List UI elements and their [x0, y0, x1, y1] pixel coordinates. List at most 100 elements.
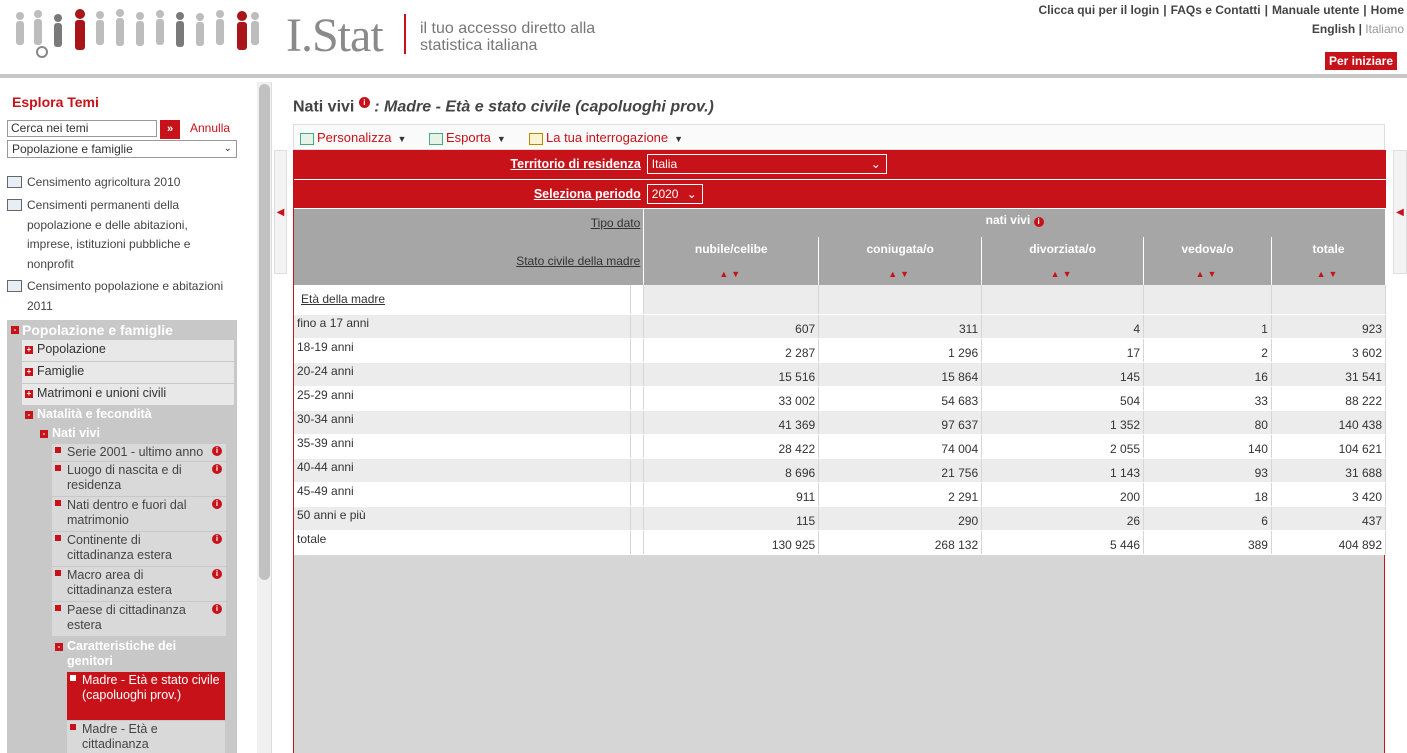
tree-item-natalita[interactable]: - Natalità e fecondità [22, 406, 234, 424]
faq-link[interactable]: FAQs e Contatti [1171, 3, 1261, 17]
database-icon [7, 199, 22, 211]
table-cell: 74 004 [818, 434, 983, 459]
search-go-button[interactable]: » [160, 120, 180, 139]
column-header: vedova/o [1143, 237, 1272, 260]
collapse-right-icon[interactable]: ◀ [1393, 150, 1407, 274]
tree-item-famiglie[interactable]: + Famiglie [22, 362, 234, 383]
info-icon[interactable]: i [212, 499, 222, 509]
census-item[interactable]: Censimento agricoltura 2010 [7, 173, 232, 193]
census-item[interactable]: Censimenti permanenti della popolazione … [7, 196, 232, 274]
theme-select[interactable]: Popolazione e famiglie ⌄ [7, 140, 237, 158]
manual-link[interactable]: Manuale utente [1272, 3, 1359, 17]
tree-item-matrimoni[interactable]: + Matrimoni e unioni civili [22, 384, 234, 405]
table-cell: 2 055 [981, 434, 1145, 459]
sidebar: Esplora Temi Cerca nei temi » Annulla Po… [0, 82, 272, 753]
table-cell: 97 637 [818, 410, 983, 435]
lang-english[interactable]: English [1312, 22, 1355, 36]
tipo-dato-label[interactable]: Tipo dato [294, 208, 645, 237]
export-icon [429, 132, 443, 145]
info-icon[interactable]: i [212, 534, 222, 544]
search-input[interactable]: Cerca nei temi [7, 120, 157, 137]
table-cell: 115 [643, 506, 820, 531]
interrogazione-menu[interactable]: La tua interrogazione ▼ [529, 130, 683, 145]
tipo-dato-value: nati vivi [985, 212, 1031, 227]
table-cell: 33 [1143, 386, 1272, 411]
tree-leaf[interactable]: Paese di cittadinanza estera i [52, 602, 226, 636]
esporta-menu[interactable]: Esporta ▼ [429, 130, 506, 145]
home-link[interactable]: Home [1371, 3, 1404, 17]
tree-leaf[interactable]: Madre - Età e cittadinanza [67, 721, 225, 753]
table-cell: 911 [643, 482, 820, 507]
stato-civile-label[interactable]: Stato civile della madre [294, 237, 645, 285]
table-cell: 21 756 [818, 458, 983, 483]
info-icon[interactable]: i [212, 569, 222, 579]
periodo-select[interactable]: 2020 ⌄ [646, 183, 703, 204]
per-iniziare-button[interactable]: Per iniziare [1324, 52, 1397, 70]
table-cell: 437 [1271, 506, 1387, 531]
tree-leaf[interactable]: Nati dentro e fuori dal matrimonio i [52, 497, 226, 531]
lang-italiano[interactable]: Italiano [1365, 22, 1404, 36]
table-cell: 140 438 [1271, 410, 1387, 435]
language-switch: English | Italiano [1311, 22, 1404, 36]
istat-logo[interactable]: I.Stat [286, 8, 384, 63]
collapse-left-icon[interactable]: ◀ [274, 150, 287, 274]
tree-item-nati-vivi[interactable]: - Nati vivi [37, 425, 229, 443]
tree-item-popolazione[interactable]: + Popolazione [22, 340, 234, 361]
table-row: 25-29 anni 33 002 54 683 504 33 88 222 [294, 386, 1387, 411]
table-cell: 5 446 [981, 530, 1145, 555]
table-cell: 31 688 [1271, 458, 1387, 483]
login-link[interactable]: Clicca qui per il login [1039, 3, 1160, 17]
caret-down-icon: ▼ [397, 134, 407, 144]
table-cell: 6 [1143, 506, 1272, 531]
sidebar-scroll-thumb[interactable] [259, 84, 270, 580]
table-cell: 404 892 [1271, 530, 1387, 555]
census-item[interactable]: Censimento popolazione e abitazioni 2011 [7, 277, 232, 316]
info-icon[interactable]: i [1033, 216, 1044, 227]
periodo-label[interactable]: Seleziona periodo [294, 179, 644, 209]
table-cell: 504 [981, 386, 1145, 411]
tree-root[interactable]: - Popolazione e famiglie [7, 322, 237, 340]
column-header-row: Stato civile della madre nubile/celibe c… [294, 237, 1387, 285]
filter-row-periodo: Seleziona periodo 2020 ⌄ [294, 179, 1386, 209]
tree-item-caratteristiche[interactable]: - Caratteristiche dei genitori [52, 638, 226, 671]
info-icon[interactable]: i [358, 97, 370, 108]
tipo-dato-row: Tipo dato nati vivi i [294, 208, 1386, 237]
tagline: il tuo accesso diretto alla statistica i… [420, 20, 596, 54]
territorio-select[interactable]: Italia ⌄ [646, 154, 887, 175]
info-icon[interactable]: i [212, 604, 222, 614]
eta-madre-label[interactable]: Età della madre [294, 285, 632, 315]
chevron-down-icon: ⌄ [686, 186, 697, 201]
annulla-link[interactable]: Annulla [190, 121, 230, 135]
table-body: Età della madre fino a 17 anni 607 311 4 1 92… [294, 285, 1387, 555]
table-row: 30-34 anni 41 369 97 637 1 352 80 140 438 [294, 410, 1387, 435]
sort-icon[interactable]: ▲▼ [1051, 269, 1075, 279]
sort-icon[interactable]: ▲▼ [1196, 269, 1220, 279]
expand-icon: + [25, 345, 33, 354]
tree-leaf[interactable]: Serie 2001 - ultimo anno i [52, 444, 226, 461]
tree-leaf[interactable]: Luogo di nascita e di residenza i [52, 462, 226, 496]
caret-down-icon: ▼ [674, 134, 684, 144]
table-row: Età della madre [294, 285, 1387, 315]
tree-leaf-selected[interactable]: Madre - Età e stato civile (capoluoghi p… [67, 672, 225, 720]
database-icon [7, 280, 22, 292]
sort-icon[interactable]: ▲▼ [1317, 269, 1341, 279]
sort-icon[interactable]: ▲▼ [719, 269, 743, 279]
table-row: 50 anni e più 115 290 26 6 437 [294, 506, 1387, 531]
info-icon[interactable]: i [212, 464, 222, 474]
collapse-icon: - [55, 643, 63, 651]
row-label: 20-24 anni [294, 362, 632, 387]
collapse-icon: - [25, 411, 33, 419]
territorio-label[interactable]: Territorio di residenza [294, 150, 644, 180]
filter-row-territorio: Territorio di residenza Italia ⌄ [294, 150, 1386, 180]
table-cell: 268 132 [818, 530, 983, 555]
people-banner-icon [16, 9, 259, 58]
table-cell: 1 296 [818, 338, 983, 363]
tree-leaf[interactable]: Macro area di cittadinanza estera i [52, 567, 226, 601]
table-cell: 54 683 [818, 386, 983, 411]
info-icon[interactable]: i [212, 446, 222, 456]
table-cell: 31 541 [1271, 362, 1387, 387]
personalizza-menu[interactable]: Personalizza ▼ [300, 130, 406, 145]
sort-icon[interactable]: ▲▼ [888, 269, 912, 279]
table-cell: 16 [1143, 362, 1272, 387]
tree-leaf[interactable]: Continente di cittadinanza estera i [52, 532, 226, 566]
